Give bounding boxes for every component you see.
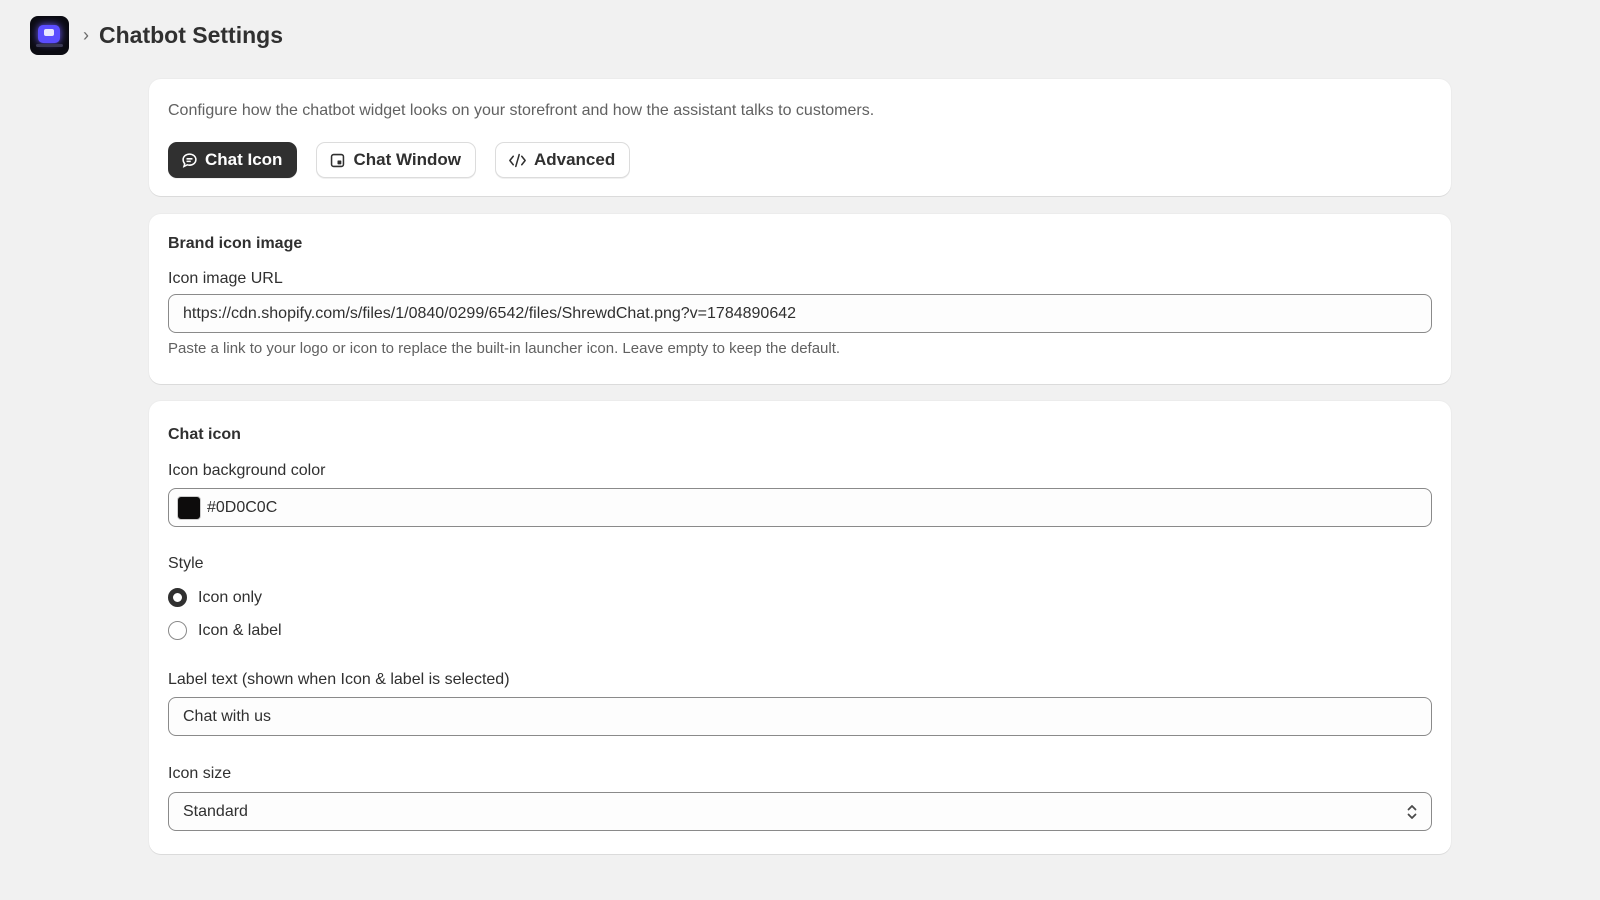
radio-icon-label[interactable] <box>168 621 187 640</box>
chat-icon-card: Chat icon Icon background color #0D0C0C … <box>149 401 1451 854</box>
window-icon <box>331 153 345 167</box>
bg-color-input[interactable]: #0D0C0C <box>168 488 1432 527</box>
select-chevrons-icon <box>1407 805 1417 819</box>
intro-card: Configure how the chatbot widget looks o… <box>149 79 1451 196</box>
tab-label: Chat Window <box>353 150 461 169</box>
icon-url-input[interactable]: https://cdn.shopify.com/s/files/1/0840/0… <box>168 294 1432 333</box>
brand-icon-card: Brand icon image Icon image URL https://… <box>149 214 1451 384</box>
settings-tabs: Chat Icon Chat Window Advanced <box>168 142 631 178</box>
radio-icon-only[interactable] <box>168 588 187 607</box>
app-logo[interactable] <box>30 15 69 55</box>
tab-advanced[interactable]: Advanced <box>494 142 631 178</box>
section-title-chat-icon: Chat icon <box>168 426 241 443</box>
icon-url-value: https://cdn.shopify.com/s/files/1/0840/0… <box>183 304 797 322</box>
style-label: Style <box>168 555 204 572</box>
icon-url-label: Icon image URL <box>168 270 283 287</box>
radio-label: Icon & label <box>198 621 282 639</box>
bg-color-value: #0D0C0C <box>207 498 278 516</box>
tab-label: Advanced <box>533 150 616 169</box>
intro-description: Configure how the chatbot widget looks o… <box>168 102 875 119</box>
style-option-icon-label[interactable]: Icon & label <box>168 621 282 640</box>
page-title: Chatbot Settings <box>99 21 283 48</box>
breadcrumb-separator: › <box>83 24 89 45</box>
color-swatch[interactable] <box>177 495 201 520</box>
icon-size-value: Standard <box>183 802 248 820</box>
topbar: › Chatbot Settings <box>30 15 283 55</box>
tab-chat-window[interactable]: Chat Window <box>316 142 476 178</box>
icon-size-label: Icon size <box>168 765 232 782</box>
tab-chat-icon[interactable]: Chat Icon <box>168 142 298 178</box>
label-text-value: Chat with us <box>183 707 272 725</box>
style-option-icon-only[interactable]: Icon only <box>168 588 262 607</box>
label-text-label: Label text (shown when Icon & label is s… <box>168 671 510 688</box>
label-text-input[interactable]: Chat with us <box>168 697 1432 736</box>
bg-color-label: Icon background color <box>168 462 326 479</box>
radio-label: Icon only <box>198 588 263 606</box>
tab-label: Chat Icon <box>205 150 283 169</box>
code-icon <box>509 153 526 167</box>
chat-bubble-icon <box>182 152 197 168</box>
section-title-brand: Brand icon image <box>168 235 303 252</box>
icon-size-select[interactable]: Standard <box>168 792 1432 831</box>
icon-url-help: Paste a link to your logo or icon to rep… <box>168 340 841 357</box>
